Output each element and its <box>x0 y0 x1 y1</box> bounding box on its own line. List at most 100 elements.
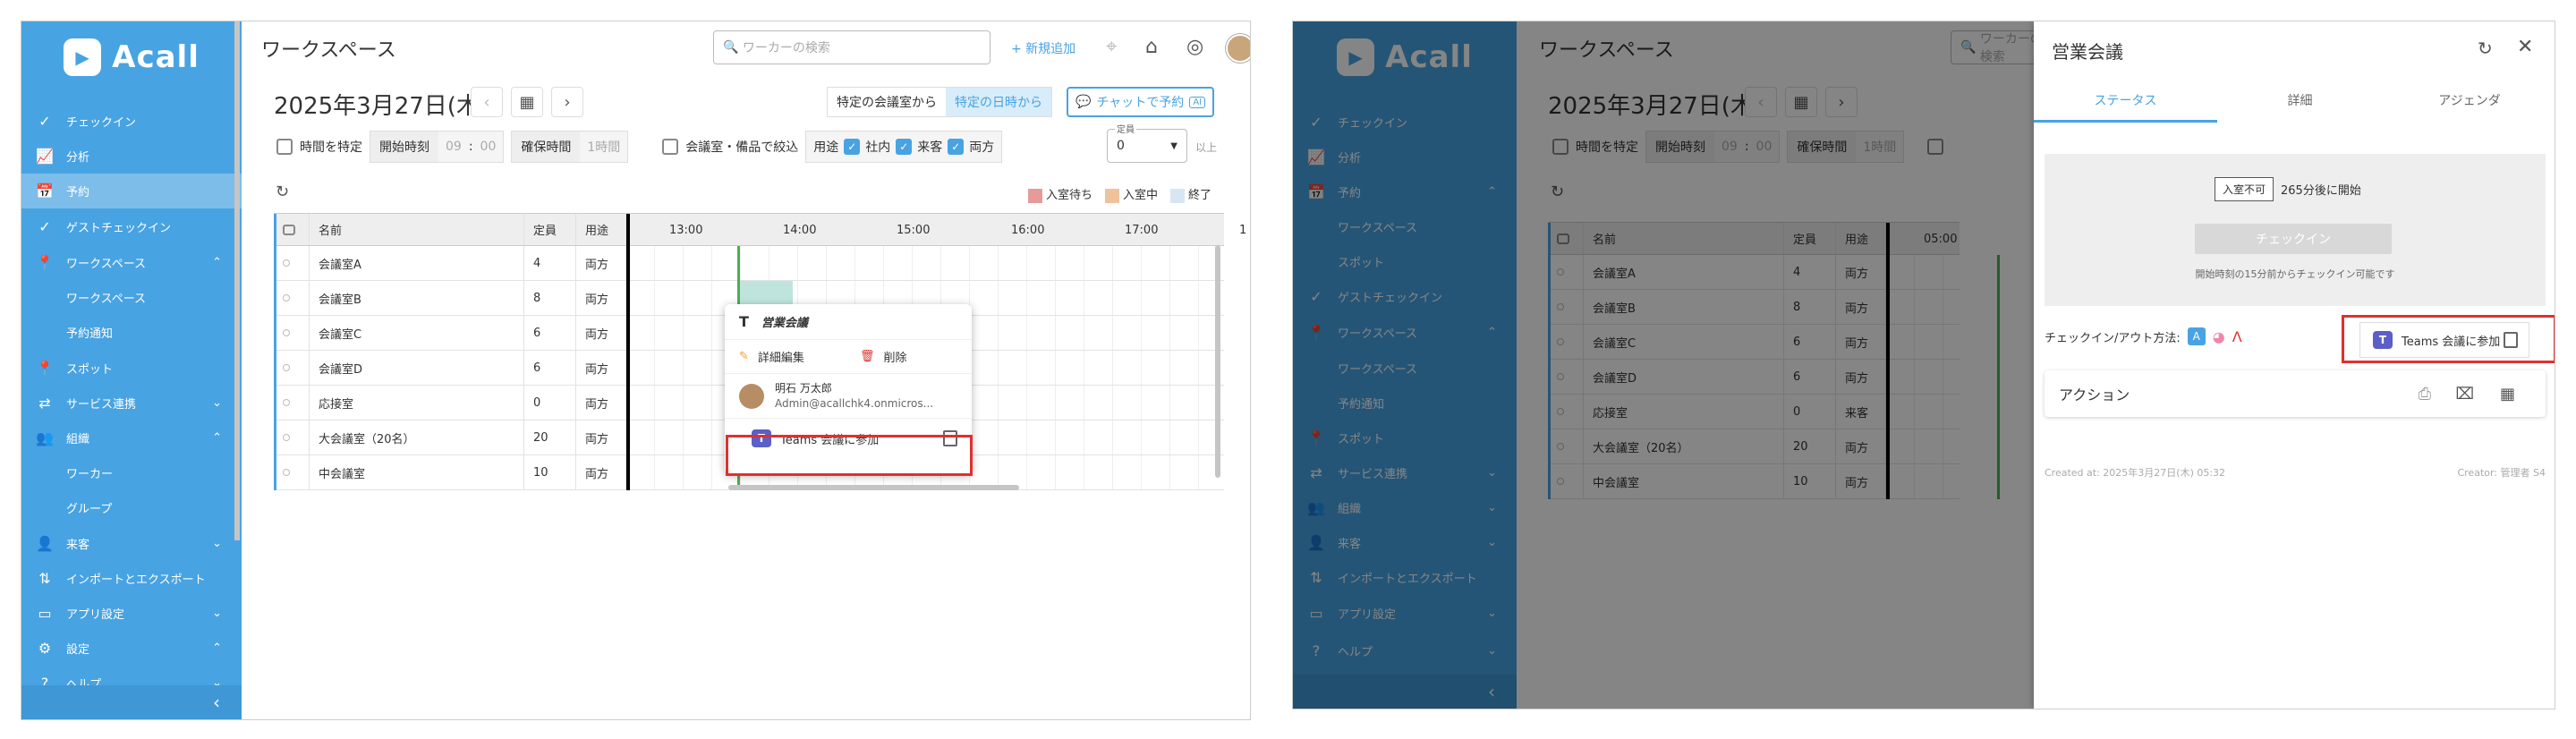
sidebar-item-label: ワークスペース <box>66 258 147 271</box>
globe-icon[interactable]: ◎ <box>1186 36 1203 58</box>
scan-icon[interactable]: ⌧ <box>2455 385 2474 403</box>
chevron-icon: ⌄ <box>212 537 222 550</box>
refresh-icon[interactable]: ↻ <box>2478 38 2493 59</box>
delete-button[interactable]: 🗑 削除 <box>851 348 972 365</box>
start-minute[interactable]: 00 <box>473 140 504 154</box>
sidebar-item-label: 来客 <box>66 539 90 552</box>
select-all-checkbox[interactable] <box>274 214 310 245</box>
room-usage: 両方 <box>576 455 626 489</box>
service-icon: ⇄ <box>38 395 51 412</box>
duration-value[interactable]: 1時間 <box>580 138 627 156</box>
user-avatar[interactable] <box>1226 34 1250 63</box>
sidebar-item-guest-checkin[interactable]: ✓ ゲストチェックイン <box>21 209 242 244</box>
grid-horizontal-scrollbar[interactable] <box>728 485 1019 490</box>
room-name[interactable]: 会議室A <box>310 246 524 280</box>
sidebar-item-import-export[interactable]: ⇅ インポートとエクスポート <box>21 561 242 596</box>
usage-internal-label: 社内 <box>865 140 891 155</box>
grid-vertical-scrollbar[interactable] <box>1215 245 1220 478</box>
duration-field[interactable]: 確保時間 1時間 <box>511 131 629 163</box>
calendar-icon[interactable]: ▦ <box>511 87 543 117</box>
sidebar-item-group[interactable]: グループ <box>21 490 242 525</box>
building-icon[interactable]: ⌂ <box>1145 36 1158 58</box>
narrow-by-equipment-checkbox[interactable] <box>662 139 679 155</box>
room-name[interactable]: 中会議室 <box>310 455 524 489</box>
from-room-option[interactable]: 特定の会議室から <box>828 88 946 116</box>
sidebar-item-workspace-sub[interactable]: ワークスペース <box>21 280 242 315</box>
capacity-select[interactable]: 定員 0 ▼ <box>1107 122 1187 163</box>
import-export-icon: ⇅ <box>38 570 51 587</box>
room-name[interactable]: 大会議室（20名） <box>310 420 524 454</box>
capacity-caption: 定員 <box>1115 122 1136 135</box>
legend-label: 入室中 <box>1123 189 1159 202</box>
room-name[interactable]: 会議室C <box>310 316 524 350</box>
sidebar-item-spot[interactable]: 📍 スポット <box>21 351 242 386</box>
sidebar-item-app-settings[interactable]: ▭ アプリ設定 ⌄ <box>21 596 242 631</box>
row-indicator <box>274 455 310 489</box>
legend-item: 入室中 <box>1105 185 1158 203</box>
time-specify-checkbox[interactable] <box>276 139 293 155</box>
usage-internal-checkbox[interactable]: ✓ <box>844 139 861 155</box>
tab-agenda[interactable]: アジェンダ <box>2383 91 2555 123</box>
refresh-icon[interactable]: ↻ <box>276 183 289 201</box>
sidebar-item-org[interactable]: 👥 組織 ⌃ <box>21 420 242 455</box>
sidebar-item-label: ワーカー <box>66 468 114 481</box>
usage-filter: 用途 ✓ 社内 ✓ 来客 ✓ 両方 <box>805 131 1003 163</box>
tab-status[interactable]: ステータス <box>2034 91 2217 123</box>
sidebar-scrollbar[interactable] <box>234 21 240 540</box>
highlight-frame <box>726 435 973 476</box>
sidebar-item-settings[interactable]: ⚙ 設定 ⌃ <box>21 631 242 666</box>
room-name[interactable]: 会議室B <box>310 281 524 315</box>
sidebar-item-reservation-notice[interactable]: 予約通知 <box>21 315 242 350</box>
table-row[interactable]: 会議室A 4 両方 <box>274 246 1224 281</box>
legend-swatch <box>1170 188 1186 203</box>
prev-day-button[interactable]: ‹ <box>471 87 503 117</box>
room-name[interactable]: 応接室 <box>310 386 524 420</box>
edit-details-label: 詳細編集 <box>757 352 804 365</box>
collapse-sidebar-button[interactable]: ‹ <box>21 685 242 719</box>
sidebar-item-label: インポートとエクスポート <box>66 573 206 587</box>
calendar-icon[interactable]: ▦ <box>2500 385 2515 403</box>
sidebar-item-workspace[interactable]: 📍 ワークスペース ⌃ <box>21 245 242 280</box>
sidebar-item-reservation[interactable]: 📅 予約 <box>21 174 242 208</box>
sidebar-item-checkin[interactable]: ✓ チェックイン <box>21 104 242 139</box>
start-hour[interactable]: 09 <box>438 140 469 154</box>
close-icon[interactable]: ✕ <box>2517 36 2533 58</box>
worker-search-input[interactable]: 🔍 ワーカーの検索 <box>713 30 990 64</box>
row-indicator <box>274 246 310 280</box>
created-at: Created at: 2025年3月27日(木) 05:32 <box>2045 467 2226 479</box>
chevron-icon: ⌃ <box>212 641 222 655</box>
room-capacity: 10 <box>524 455 576 489</box>
print-icon[interactable]: ⎙ <box>2419 385 2431 403</box>
room-usage: 両方 <box>576 281 626 315</box>
capacity-value: 0 <box>1117 139 1125 153</box>
brand-logo[interactable]: ▶ Acall <box>21 21 242 93</box>
sidebar-item-service[interactable]: ⇄ サービス連携 ⌄ <box>21 386 242 420</box>
org-icon: 👥 <box>36 429 54 446</box>
brand-name: Acall <box>112 39 200 75</box>
timeline-cell[interactable] <box>626 246 1224 280</box>
sidebar-item-worker[interactable]: ワーカー <box>21 455 242 490</box>
next-day-button[interactable]: › <box>551 87 583 117</box>
usage-visitor-checkbox[interactable]: ✓ <box>896 139 913 155</box>
start-time-field[interactable]: 開始時刻 09:00 <box>370 131 505 163</box>
edit-details-button[interactable]: ✎ 詳細編集 <box>725 348 851 365</box>
room-name[interactable]: 会議室D <box>310 351 524 385</box>
tab-details[interactable]: 詳細 <box>2217 91 2383 123</box>
organizer-email: Admin@acallchk4.onmicros... <box>775 396 934 410</box>
row-indicator <box>274 386 310 420</box>
checkin-button[interactable]: チェックイン <box>2195 224 2392 254</box>
overlay-dim-main[interactable] <box>1517 21 2034 709</box>
sidebar-item-analytics[interactable]: 📈 分析 <box>21 139 242 174</box>
status-legend: 入室待ち 入室中 終了 <box>1028 185 1211 203</box>
usage-both-label: 両方 <box>969 140 995 155</box>
from-time-option[interactable]: 特定の日時から <box>946 88 1051 116</box>
ai-badge: AI <box>1189 96 1206 108</box>
sidebar-item-visitor[interactable]: 👤 来客 ⌄ <box>21 526 242 561</box>
usage-both-checkbox[interactable]: ✓ <box>948 139 965 155</box>
chat-reserve-button[interactable]: 💬 チャットで予約 AI <box>1067 87 1215 117</box>
location-icon[interactable]: ⌖ <box>1106 36 1117 58</box>
time-label: 16:00 <box>1011 223 1045 237</box>
add-new-button[interactable]: + 新規追加 <box>1011 39 1075 57</box>
usage-label: 用途 <box>813 140 839 155</box>
chevron-icon: ⌄ <box>212 607 222 620</box>
